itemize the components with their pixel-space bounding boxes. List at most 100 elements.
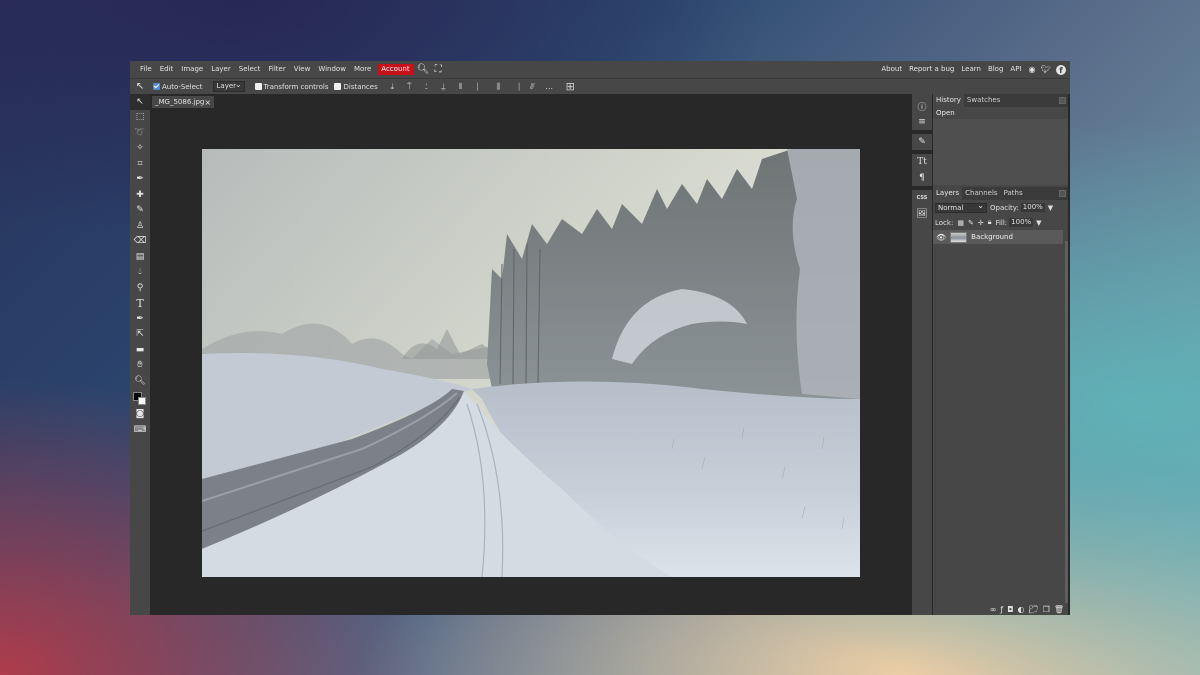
search-icon[interactable]: 🔍︎	[416, 61, 431, 78]
zoom-tool-icon[interactable]: 🔍︎	[130, 373, 150, 389]
layer-effects-icon[interactable]: ƒ	[1000, 605, 1003, 614]
link-layers-icon[interactable]: ∞	[990, 605, 997, 614]
menu-window[interactable]: Window	[314, 61, 350, 78]
menu-layer[interactable]: Layer	[207, 61, 235, 78]
hand-tool-icon[interactable]: ✋︎	[130, 358, 150, 374]
menu-filter[interactable]: Filter	[264, 61, 289, 78]
layer-mask-icon[interactable]: ◘	[1007, 605, 1013, 614]
pen-tool-icon[interactable]: ✒	[130, 311, 150, 327]
lasso-tool-icon[interactable]: ➰	[130, 125, 150, 141]
color-swatches[interactable]	[130, 389, 150, 407]
transform-controls-checkbox[interactable]: Transform controls	[254, 83, 328, 91]
history-list	[933, 119, 1068, 185]
tab-layers[interactable]: Layers	[933, 187, 963, 200]
opacity-value[interactable]: 100%	[1020, 203, 1045, 212]
align-bottom-icon[interactable]: ⍊	[435, 82, 452, 92]
info-icon[interactable]: ⓘ	[912, 98, 932, 114]
eyedropper-tool-icon[interactable]: ✒	[130, 172, 150, 188]
blur-tool-icon[interactable]: 💧︎	[130, 265, 150, 281]
link-learn[interactable]: Learn	[958, 61, 985, 78]
layers-scrollbar[interactable]	[1065, 241, 1068, 603]
screen-mode-icon[interactable]: ⌨	[130, 422, 150, 438]
healing-brush-tool-icon[interactable]: ✚	[130, 187, 150, 203]
rectangle-tool-icon[interactable]: ▬	[130, 342, 150, 358]
link-api[interactable]: API	[1007, 61, 1025, 78]
history-item[interactable]: Open	[933, 107, 1068, 119]
menu-more[interactable]: More	[350, 61, 375, 78]
dodge-tool-icon[interactable]: ⚲	[130, 280, 150, 296]
layer-row[interactable]: 👁︎ Background	[933, 230, 1063, 244]
gradient-tool-icon[interactable]: ▤	[130, 249, 150, 265]
blend-mode-select[interactable]: Normal	[935, 202, 987, 213]
clone-stamp-tool-icon[interactable]: ♙	[130, 218, 150, 234]
lock-transparency-icon[interactable]: ▦	[957, 219, 964, 227]
new-group-icon[interactable]: 📁︎	[1029, 605, 1039, 614]
link-about[interactable]: About	[878, 61, 906, 78]
auto-select-checkbox[interactable]: Auto-Select	[153, 83, 203, 91]
css-icon[interactable]: CSS	[912, 190, 932, 206]
image-icon[interactable]: 🖼︎	[912, 206, 932, 222]
type-tool-icon[interactable]: T	[130, 296, 150, 312]
facebook-icon[interactable]: f	[1056, 64, 1066, 75]
adjustment-layer-icon[interactable]: ◐	[1018, 605, 1025, 614]
distribute-vertical-icon[interactable]: ⫴	[452, 82, 469, 92]
link-blog[interactable]: Blog	[984, 61, 1006, 78]
lock-pixels-icon[interactable]: ✎	[968, 219, 974, 227]
account-button[interactable]: Account	[378, 64, 413, 75]
panel-menu-icon[interactable]	[1059, 190, 1066, 197]
auto-select-check-box[interactable]	[153, 83, 160, 90]
tab-history[interactable]: History	[933, 94, 964, 107]
auto-select-target-select[interactable]: Layer	[212, 80, 245, 92]
character-icon[interactable]: Tt	[912, 154, 932, 170]
menu-file[interactable]: File	[136, 61, 156, 78]
align-middle-icon[interactable]: ⍘	[418, 82, 435, 92]
quick-mask-icon[interactable]: ◙	[130, 407, 150, 423]
align-center-icon[interactable]: ⫼	[490, 82, 507, 92]
eye-icon[interactable]: 👁︎	[936, 233, 946, 242]
align-left-icon[interactable]: ⎸	[473, 82, 490, 92]
link-report-bug[interactable]: Report a bug	[906, 61, 958, 78]
distances-check-box[interactable]	[334, 83, 342, 90]
distribute-horizontal-icon[interactable]: ⫻	[524, 82, 541, 92]
distances-checkbox[interactable]: Distances	[334, 83, 378, 91]
lock-position-icon[interactable]: ✛	[978, 219, 984, 227]
move-tool-icon: ↖	[135, 81, 145, 92]
fullscreen-icon[interactable]: ⛶	[431, 61, 446, 78]
menu-select[interactable]: Select	[235, 61, 265, 78]
background-color[interactable]	[138, 396, 146, 405]
align-top-icon[interactable]: ⍑	[401, 82, 418, 92]
more-options[interactable]: ...	[541, 82, 558, 91]
download-icon[interactable]: ⤓	[384, 82, 401, 92]
panel-menu-icon[interactable]	[1059, 97, 1066, 104]
fill-value[interactable]: 100%	[1009, 218, 1034, 227]
document-tab[interactable]: _MG_5086.jpg ×	[152, 96, 214, 108]
brush-settings-icon[interactable]: ✎	[912, 134, 932, 150]
canvas[interactable]	[202, 149, 860, 577]
menu-view[interactable]: View	[290, 61, 315, 78]
magic-wand-tool-icon[interactable]: ✧	[130, 141, 150, 157]
path-select-tool-icon[interactable]: ⇱	[130, 327, 150, 343]
transform-controls-check-box[interactable]	[254, 83, 262, 90]
lock-all-icon[interactable]: 🔒︎	[988, 218, 992, 227]
tab-paths[interactable]: Paths	[1001, 187, 1026, 200]
twitter-icon[interactable]: 🐦︎	[1039, 65, 1053, 74]
crop-tool-icon[interactable]: ⌗	[130, 156, 150, 172]
brush-tool-icon[interactable]: ✎	[130, 203, 150, 219]
close-icon[interactable]: ×	[204, 98, 211, 107]
delete-layer-icon[interactable]: 🗑︎	[1054, 605, 1064, 614]
opacity-dropdown-icon[interactable]: ▼	[1048, 204, 1053, 212]
grid-icon[interactable]: ⊞	[562, 80, 579, 93]
marquee-tool-icon[interactable]: ⬚	[130, 110, 150, 126]
tab-channels[interactable]: Channels	[962, 187, 1000, 200]
paragraph-icon[interactable]: ¶	[912, 170, 932, 186]
new-layer-icon[interactable]: ❐	[1043, 605, 1050, 614]
eraser-tool-icon[interactable]: ⌫	[130, 234, 150, 250]
properties-icon[interactable]: ≡	[912, 114, 932, 130]
menu-edit[interactable]: Edit	[156, 61, 178, 78]
reddit-icon[interactable]: ◉	[1025, 65, 1039, 74]
tab-swatches[interactable]: Swatches	[964, 94, 1003, 107]
move-tool-icon[interactable]: ↖	[130, 94, 150, 110]
menu-image[interactable]: Image	[177, 61, 207, 78]
fill-dropdown-icon[interactable]: ▼	[1036, 219, 1041, 227]
align-right-icon[interactable]: ⎹	[507, 82, 524, 92]
